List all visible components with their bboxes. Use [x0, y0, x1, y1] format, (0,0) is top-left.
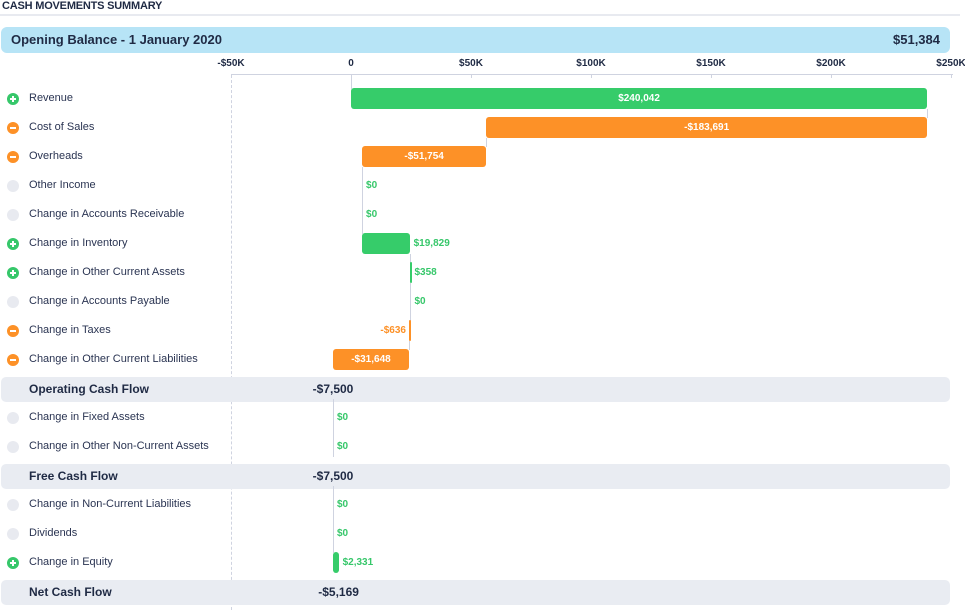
x-tick-label: $50K — [459, 58, 483, 69]
bar-connector — [410, 282, 412, 292]
bar-connector — [410, 311, 412, 321]
bar-connector — [333, 427, 334, 437]
total-row-free-cash-flow — [1, 463, 950, 489]
bar-change-in-other-current-assets[interactable] — [409, 262, 412, 283]
minus-circle-icon — [7, 121, 19, 134]
bar-value-label: $0 — [337, 440, 349, 452]
x-tick-label: $100K — [576, 58, 606, 69]
neutral-circle-icon — [7, 440, 19, 453]
bar-value-label: $0 — [414, 295, 426, 307]
opening-balance-value: $51,384 — [893, 32, 940, 47]
row-label-change-in-taxes: Change in Taxes — [29, 323, 111, 336]
neutral-circle-icon — [7, 411, 19, 424]
row-label-change-in-other-current-assets: Change in Other Current Assets — [29, 265, 185, 278]
neutral-circle-icon — [7, 498, 19, 511]
bar-value-label: $240,042 — [618, 92, 660, 104]
x-tick — [951, 74, 952, 78]
bar-value-label: -$636 — [380, 324, 406, 336]
bar-connector — [486, 137, 488, 147]
row-label-cost-of-sales: Cost of Sales — [29, 120, 95, 133]
bar-value-label: $0 — [366, 208, 378, 220]
total-label: Operating Cash Flow — [29, 381, 150, 396]
bar-connector — [927, 108, 929, 118]
bar-change-in-inventory[interactable] — [362, 233, 410, 254]
x-tick-label: $200K — [816, 58, 846, 69]
plus-circle-icon — [7, 92, 19, 105]
x-tick — [591, 74, 592, 78]
row-label-change-in-non-current-liabilities: Change in Non-Current Liabilities — [29, 497, 192, 510]
row-label-revenue: Revenue — [29, 91, 74, 104]
row-label-change-in-other-non-current-assets: Change in Other Non-Current Assets — [29, 439, 209, 452]
x-axis-line — [231, 74, 953, 75]
neutral-circle-icon — [7, 295, 19, 308]
bar-connector — [351, 75, 352, 89]
bar-connector — [333, 543, 334, 553]
minus-circle-icon — [7, 324, 19, 337]
bar-value-label: $0 — [366, 179, 378, 191]
min-gridline — [231, 75, 232, 610]
zero-bar-other-income — [362, 175, 364, 196]
zero-bar-dividends — [333, 523, 334, 544]
row-label-dividends: Dividends — [29, 526, 78, 539]
bar-connector — [362, 166, 364, 176]
opening-balance-band: Opening Balance - 1 January 2020 $51,384 — [1, 27, 950, 53]
bar-connector — [333, 398, 334, 408]
zero-bar-change-in-fixed-assets — [333, 407, 334, 428]
total-row-net-cash-flow — [1, 579, 950, 605]
bar-change-in-taxes[interactable] — [408, 320, 411, 341]
bar-connector — [408, 340, 410, 350]
bar-value-label: $0 — [337, 411, 349, 423]
bar-connector — [362, 224, 364, 234]
row-label-overheads: Overheads — [29, 149, 83, 162]
x-tick — [231, 74, 232, 78]
x-tick — [471, 74, 472, 78]
row-label-change-in-accounts-payable: Change in Accounts Payable — [29, 294, 170, 307]
zero-bar-change-in-non-current-liabilities — [333, 494, 334, 515]
bar-value-label: $19,829 — [413, 237, 450, 249]
neutral-circle-icon — [7, 179, 19, 192]
bar-value-label: $0 — [337, 527, 349, 539]
title-divider — [0, 14, 960, 16]
bar-value-label: $2,331 — [342, 556, 374, 568]
bar-value-label: -$51,754 — [404, 150, 444, 162]
bar-value-label: -$31,648 — [351, 353, 391, 365]
x-tick-label: $150K — [696, 58, 726, 69]
bar-connector — [333, 514, 334, 524]
x-tick-label: 0 — [348, 58, 354, 69]
neutral-circle-icon — [7, 208, 19, 221]
total-label: Net Cash Flow — [29, 584, 112, 599]
total-label: Free Cash Flow — [29, 468, 118, 483]
row-label-change-in-fixed-assets: Change in Fixed Assets — [29, 410, 145, 423]
x-tick-label: -$50K — [217, 58, 245, 69]
x-tick — [711, 74, 712, 78]
plus-circle-icon — [7, 237, 19, 250]
bar-value-label: $0 — [337, 498, 349, 510]
opening-balance-label: Opening Balance - 1 January 2020 — [11, 32, 222, 47]
row-label-change-in-other-current-liabilities: Change in Other Current Liabilities — [29, 352, 198, 365]
minus-circle-icon — [7, 353, 19, 366]
bar-change-in-equity[interactable] — [333, 552, 339, 573]
bar-connector — [333, 485, 334, 495]
total-value: -$7,500 — [312, 381, 354, 396]
row-label-other-income: Other Income — [29, 178, 96, 191]
zero-bar-change-in-other-non-current-assets — [333, 436, 334, 457]
bar-connector — [362, 195, 364, 205]
total-value: -$5,169 — [318, 584, 359, 599]
minus-circle-icon — [7, 150, 19, 163]
bar-value-label: $358 — [414, 266, 437, 278]
section-title: CASH MOVEMENTS SUMMARY — [2, 0, 163, 12]
plus-circle-icon — [7, 556, 19, 569]
total-value: -$7,500 — [312, 468, 354, 483]
row-label-change-in-equity: Change in Equity — [29, 555, 113, 568]
x-tick — [831, 74, 832, 78]
row-label-change-in-inventory: Change in Inventory — [29, 236, 128, 249]
x-tick-label: $250K — [936, 58, 965, 69]
row-label-change-in-accounts-receivable: Change in Accounts Receivable — [29, 207, 185, 220]
bar-value-label: -$183,691 — [684, 121, 730, 133]
zero-bar-change-in-accounts-payable — [410, 291, 412, 312]
neutral-circle-icon — [7, 527, 19, 540]
plus-circle-icon — [7, 266, 19, 279]
zero-bar-change-in-accounts-receivable — [362, 204, 364, 225]
